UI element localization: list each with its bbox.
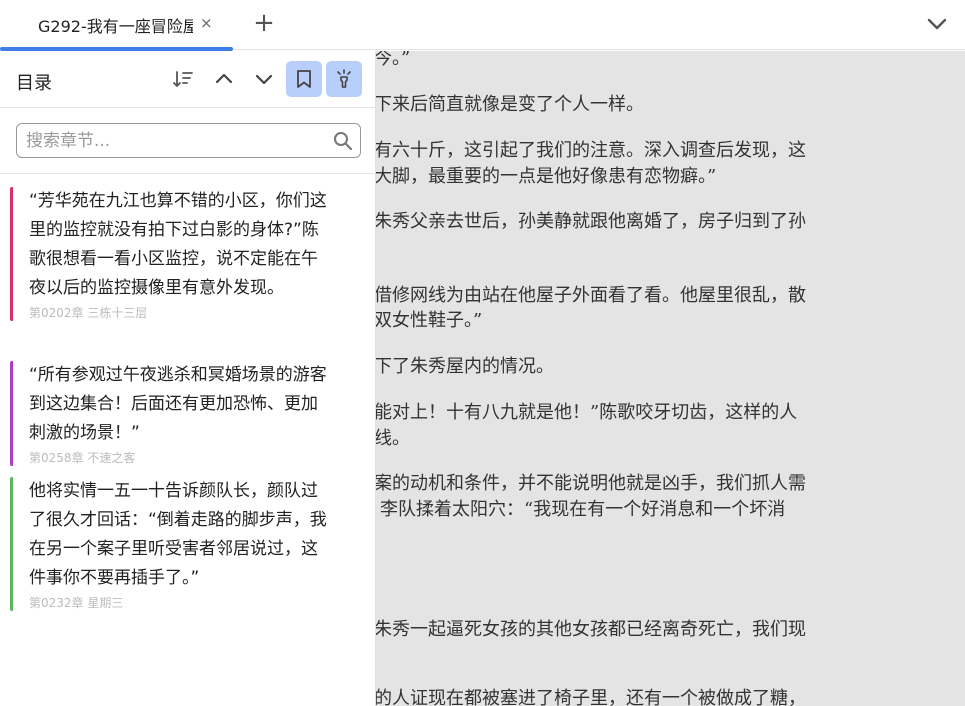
reader-line: 双女性鞋子。” <box>376 310 483 331</box>
reader-content: 今。” 下来后简直就像是变了个人一样。 有六十斤，这引起了我们的注意。深入调查后… <box>376 51 965 706</box>
note-text: “芳华苑在九江也算不错的小区，你们这里的监控就没有拍下过白影的身体?”陈歌很想看… <box>29 191 327 298</box>
note-chapter: 第0232章 星期三 <box>29 596 124 610</box>
reader-line: 朱秀一起逼死女孩的其他女孩都已经离奇死亡，我们现 <box>376 619 806 640</box>
search-box <box>16 123 361 158</box>
chevron-up-icon[interactable] <box>206 61 242 97</box>
list-item[interactable]: “芳华苑在九江也算不错的小区，你们这里的监控就没有拍下过白影的身体?”陈歌很想看… <box>10 187 330 321</box>
list-item[interactable]: “所有参观过午夜逃杀和冥婚场景的游客到这边集合！后面还有更加恐怖、更加刺激的场景… <box>10 361 330 466</box>
reader-line: 下来后简直就像是变了个人一样。 <box>376 94 644 115</box>
search-icon[interactable] <box>332 130 354 152</box>
search-input[interactable] <box>26 124 326 157</box>
close-tab-icon[interactable]: × <box>200 14 213 32</box>
reader-line: 线。 <box>376 428 410 449</box>
highlight-icon[interactable] <box>326 61 362 97</box>
chevron-down-icon[interactable] <box>926 14 948 34</box>
reader-line: 借修网线为由站在他屋子外面看了看。他屋里很乱，散 <box>376 285 806 306</box>
reader-line: 大脚，最重要的一点是他好像患有恋物癖。” <box>376 166 717 187</box>
note-text: “所有参观过午夜逃杀和冥婚场景的游客到这边集合！后面还有更加恐怖、更加刺激的场景… <box>29 365 327 443</box>
reader-line: 今。” <box>376 51 411 69</box>
sort-icon[interactable] <box>165 61 201 97</box>
note-chapter: 第0202章 三栋十三层 <box>29 306 148 320</box>
tab-title[interactable]: G292-我有一座冒险屋 <box>38 13 193 37</box>
note-text: 他将实情一五一十告诉颜队长，颜队过了很久才回话：“倒着走路的脚步声，我在另一个案… <box>29 481 327 588</box>
reader-line: 朱秀父亲去世后，孙美静就跟他离婚了，房子归到了孙 <box>376 211 806 232</box>
chevron-down-icon[interactable] <box>246 61 282 97</box>
panel-title: 目录 <box>16 73 52 94</box>
tab-bar: G292-我有一座冒险屋 × + <box>0 0 965 51</box>
note-chapter: 第0258章 不速之客 <box>29 451 136 465</box>
toc-panel: 目录 搜索章节... “芳华苑在九江也算不错的小区，你们这里的监控就没有拍下过白… <box>0 51 376 706</box>
reader-line: 有六十斤，这引起了我们的注意。深入调查后发现，这 <box>376 140 806 161</box>
list-item[interactable]: 他将实情一五一十告诉颜队长，颜队过了很久才回话：“倒着走路的脚步声，我在另一个案… <box>10 477 330 611</box>
add-tab-button[interactable]: + <box>252 9 276 37</box>
panel-header: 目录 <box>0 51 376 108</box>
reader-line: 李队揉着太阳穴：“我现在有一个好消息和一个坏消 <box>380 499 786 520</box>
bookmark-icon[interactable] <box>286 61 322 97</box>
tab-book[interactable]: G292-我有一座冒险屋 × <box>0 0 233 51</box>
reader-line: 的人证现在都被塞进了椅子里，还有一个被做成了糖， <box>376 688 806 706</box>
reader-line: 能对上！十有八九就是他！”陈歌咬牙切齿，这样的人 <box>376 402 798 423</box>
reader-line: 案的动机和条件，并不能说明他就是凶手，我们抓人需 <box>376 473 806 494</box>
search-area <box>0 108 376 174</box>
reader-line: 下了朱秀屋内的情况。 <box>376 356 554 377</box>
